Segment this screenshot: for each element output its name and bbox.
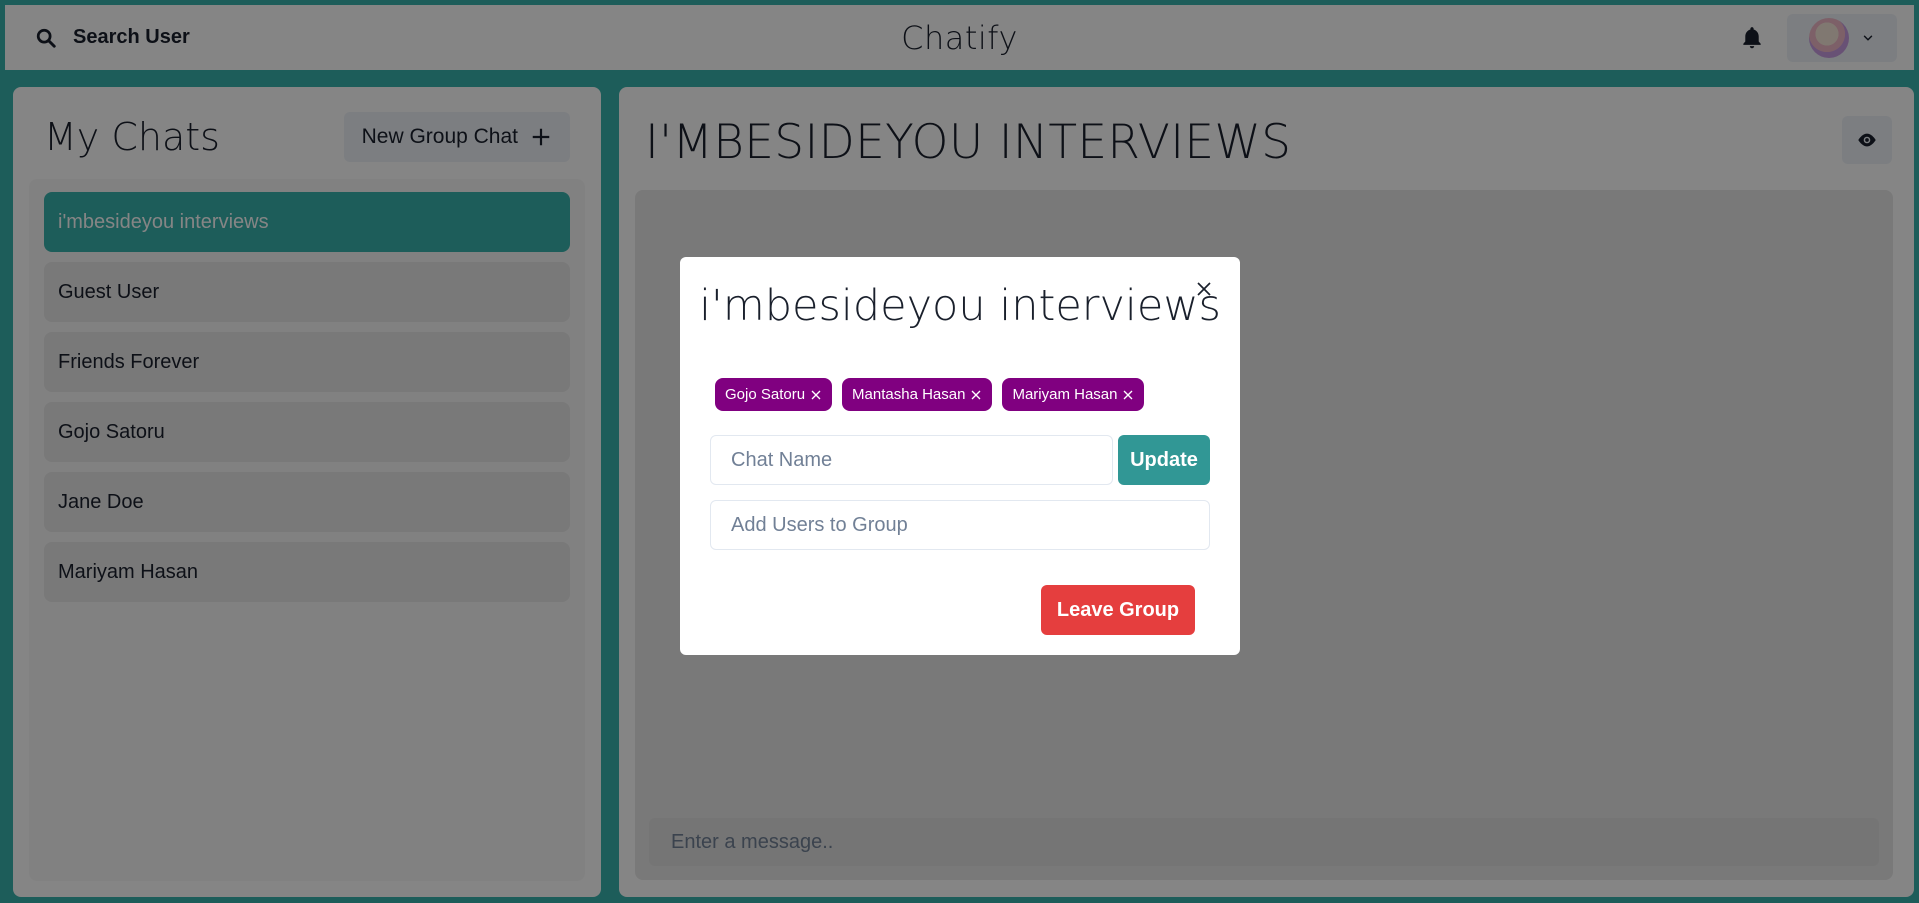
close-icon [1197,282,1211,296]
close-icon[interactable] [810,389,822,401]
member-name: Mantasha Hasan [852,386,966,403]
update-button[interactable]: Update [1118,435,1210,485]
close-icon[interactable] [1122,389,1134,401]
close-icon[interactable] [970,389,982,401]
member-badges: Gojo Satoru Mantasha Hasan Mariyam Hasan [715,378,1145,411]
member-badge[interactable]: Gojo Satoru [715,378,833,411]
close-button[interactable] [1188,273,1220,305]
add-users-field[interactable] [710,500,1210,550]
leave-group-button[interactable]: Leave Group [1041,585,1195,635]
chat-name-field[interactable] [710,435,1113,485]
member-name: Mariyam Hasan [1012,386,1118,403]
member-badge[interactable]: Mantasha Hasan [842,378,993,411]
modal-title: i'mbesideyou interviews [699,281,1221,331]
group-settings-modal: i'mbesideyou interviews Gojo Satoru Mant… [680,257,1240,655]
member-badge[interactable]: Mariyam Hasan [1002,378,1145,411]
member-name: Gojo Satoru [725,386,806,403]
